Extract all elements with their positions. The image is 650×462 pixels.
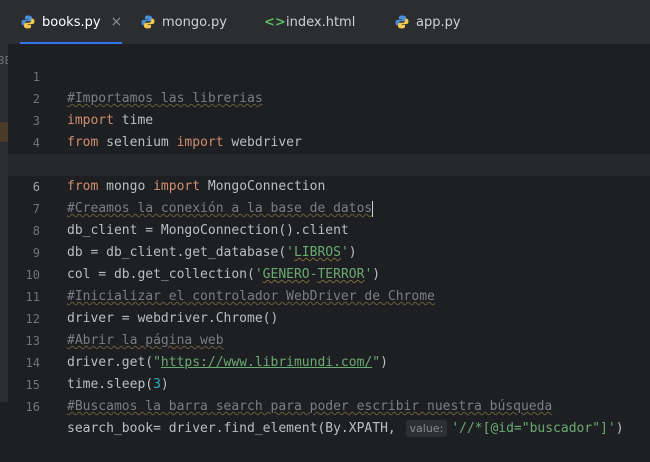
close-tab-icon[interactable]: × [111,15,123,29]
html-icon: <> [264,14,286,30]
tab-label: books.py [42,14,101,30]
code-line[interactable]: 7 db_client = MongoConnection().client [8,176,650,238]
code-line[interactable]: 11 driver = webdriver.Chrome() [8,264,650,326]
tab-label: mongo.py [162,14,227,30]
code-line[interactable]: 5 from mongo import MongoConnection [8,132,650,194]
python-icon [140,14,156,30]
python-icon [20,14,36,30]
code-line[interactable]: 9 col = db.get_collection('GENERO-TERROR… [8,220,650,282]
tab-label: app.py [416,14,461,30]
selection-marker [0,122,8,142]
python-icon [394,14,410,30]
code-line[interactable]: 12 #Abrir la página web [8,286,650,348]
code-line[interactable]: 1 #Importamos las librerias [8,44,650,106]
code-line[interactable]: 13 driver.get("https://www.librimundi.co… [8,308,650,370]
tab-books-py[interactable]: books.py × [20,0,123,44]
code-line[interactable]: 4 from selenium.webdriver.common.by impo… [8,110,650,172]
parameter-inlay-hint: value: [405,420,448,437]
code-text: #Buscamos la barra search para poder esc… [67,396,552,418]
code-line[interactable]: 8 db = db_client.get_database('LIBROS') [8,198,650,260]
tab-label: index.html [286,14,356,30]
code-editor[interactable]: 1 #Importamos las librerias 2 import tim… [8,44,650,437]
tab-mongo-py[interactable]: mongo.py [140,0,227,44]
tab-app-py[interactable]: app.py [394,0,461,44]
project-panel-edge: BE [0,44,12,402]
code-line[interactable]: 3 from selenium import webdriver [8,88,650,150]
code-line-current[interactable]: 6 #Creamos la conexión a la base de dato… [8,154,650,217]
comment-token: #Buscamos la barra search para poder esc… [67,399,553,414]
line-number: 16 [25,400,40,414]
code-text: search_book= driver.find_element(By.XPAT… [67,420,624,437]
code-line[interactable]: 10 #Inicializar el controlador WebDriver… [8,242,650,304]
code-line[interactable]: 15 #Buscamos la barra search para poder … [8,352,650,414]
code-line[interactable]: 14 time.sleep(3) [8,330,650,392]
code-line[interactable]: 16 search_book= driver.find_element(By.X… [8,374,650,437]
tab-index-html[interactable]: <> index.html [264,0,355,44]
code-line[interactable]: 2 import time [8,66,650,128]
editor-tab-bar: books.py × mongo.py <> index.html app.py [0,0,650,45]
